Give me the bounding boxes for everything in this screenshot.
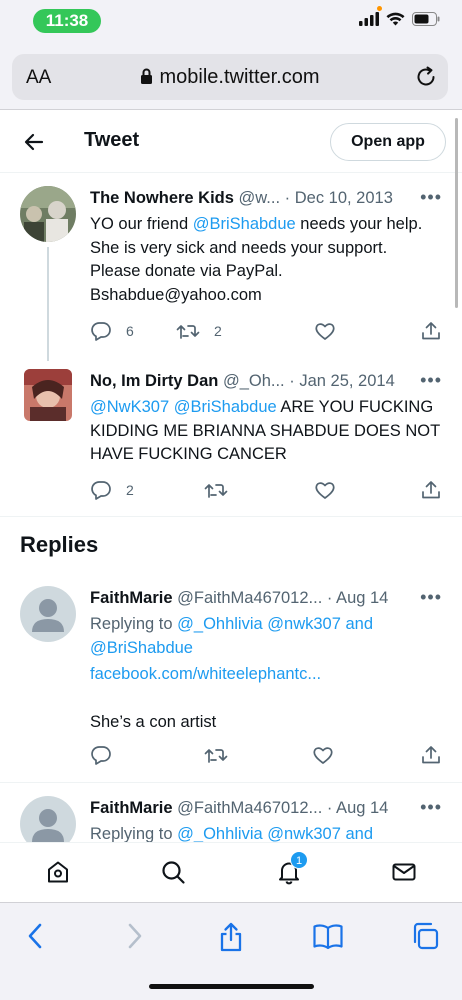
lock-icon <box>141 68 153 84</box>
bookmarks-icon[interactable] <box>312 921 344 951</box>
more-options-icon[interactable]: ••• <box>420 369 442 391</box>
like-button[interactable] <box>314 479 336 501</box>
more-options-icon[interactable]: ••• <box>420 186 442 208</box>
reload-icon[interactable] <box>414 65 438 89</box>
messages-icon[interactable] <box>391 859 417 885</box>
reply-icon <box>91 746 111 765</box>
author-name[interactable]: FaithMarie <box>90 589 173 607</box>
reply-count: 6 <box>126 323 134 339</box>
reply-button[interactable]: 6 <box>90 320 134 342</box>
mention-link[interactable]: @NwK307 <box>90 398 169 416</box>
heart-icon <box>315 323 335 340</box>
open-app-button[interactable]: Open app <box>330 123 446 161</box>
author-handle[interactable]: @FaithMa467012... <box>177 799 322 817</box>
home-icon[interactable] <box>45 859 71 885</box>
url-field[interactable]: mobile.twitter.com <box>12 66 448 89</box>
divider <box>0 782 462 783</box>
status-bar: 11:38 <box>0 0 462 44</box>
status-time: 11:38 <box>33 9 101 33</box>
browser-share-icon[interactable] <box>217 921 245 953</box>
tweet-date[interactable]: · Aug 14 <box>327 589 388 607</box>
share-icon <box>422 481 440 499</box>
signal-icon <box>359 12 379 26</box>
retweet-icon <box>204 484 228 498</box>
home-indicator <box>149 984 314 989</box>
share-button[interactable] <box>420 744 442 766</box>
battery-icon <box>412 12 440 26</box>
tweet-page-header: Tweet Open app <box>0 111 462 173</box>
divider <box>0 516 462 517</box>
page-title: Tweet <box>84 129 140 151</box>
share-button[interactable] <box>420 479 442 501</box>
url-text: mobile.twitter.com <box>159 66 320 88</box>
tweet-date[interactable]: · Aug 14 <box>327 799 388 817</box>
tabs-icon[interactable] <box>410 921 440 951</box>
search-icon[interactable] <box>160 859 186 885</box>
external-link[interactable]: facebook.com/whiteelephantc... <box>90 663 442 687</box>
reply-button[interactable]: 2 <box>90 479 134 501</box>
reply-icon <box>91 322 111 341</box>
reply-tweet[interactable]: FaithMarie @FaithMa467012... · Aug 14 ••… <box>0 796 462 842</box>
author-handle[interactable]: @FaithMa467012... <box>177 589 322 607</box>
twitter-tab-bar <box>0 842 462 902</box>
heart-icon <box>313 747 333 764</box>
notification-badge: 1 <box>290 851 308 869</box>
tweet-text: She’s a con artist <box>90 712 217 731</box>
tweet-actions: 6 2 <box>90 320 442 344</box>
reply-count: 2 <box>126 482 134 498</box>
reply-icon <box>91 481 111 500</box>
more-options-icon[interactable]: ••• <box>420 586 442 608</box>
more-options-icon[interactable]: ••• <box>420 796 442 818</box>
replying-to-users[interactable]: @_Ohhlivia @nwk307 and <box>177 825 373 842</box>
tweet-actions <box>90 744 442 768</box>
browser-back-icon[interactable] <box>24 921 48 951</box>
tweet-text: @NwK307 @BriShabdue ARE YOU FUCKING KIDD… <box>90 398 440 463</box>
like-button[interactable] <box>312 744 334 766</box>
retweet-button[interactable]: 2 <box>176 320 222 342</box>
tweet-actions: 2 <box>90 479 442 503</box>
author-handle[interactable]: @_Oh... <box>223 372 285 390</box>
retweet-icon <box>176 325 200 339</box>
back-arrow-icon[interactable] <box>22 130 46 154</box>
wifi-icon <box>386 12 405 26</box>
tweet-text: YO our friend @BriShabdue needs your hel… <box>90 215 423 304</box>
like-button[interactable] <box>314 320 336 342</box>
author-name[interactable]: No, Im Dirty Dan <box>90 372 218 390</box>
share-icon <box>422 322 440 340</box>
address-bar[interactable]: AA mobile.twitter.com <box>12 54 448 100</box>
scrollbar[interactable] <box>455 118 458 308</box>
avatar[interactable] <box>24 369 72 421</box>
replies-heading: Replies <box>20 532 99 557</box>
privacy-indicator <box>377 6 382 11</box>
tweet-date[interactable]: · Jan 25, 2014 <box>289 372 395 390</box>
share-button[interactable] <box>420 320 442 342</box>
default-avatar[interactable] <box>20 796 76 842</box>
share-icon <box>422 746 440 764</box>
avatar[interactable] <box>20 186 76 242</box>
retweet-button[interactable] <box>204 744 228 766</box>
replying-to: Replying to @_Ohhlivia @nwk307 and @BriS… <box>90 615 373 657</box>
author-handle[interactable]: @w... <box>239 189 281 207</box>
tweet-date[interactable]: · Dec 10, 2013 <box>285 189 393 207</box>
heart-icon <box>315 482 335 499</box>
mention-link[interactable]: @BriShabdue <box>193 215 296 233</box>
retweet-count: 2 <box>214 323 222 339</box>
retweet-button[interactable] <box>204 479 228 501</box>
author-name[interactable]: FaithMarie <box>90 799 173 817</box>
author-name[interactable]: The Nowhere Kids <box>90 189 234 207</box>
thread-connector <box>47 247 49 361</box>
retweet-icon <box>204 749 228 763</box>
default-avatar[interactable] <box>20 586 76 642</box>
browser-address-area: AA mobile.twitter.com <box>0 44 462 110</box>
reply-button[interactable] <box>90 744 112 766</box>
replying-to: Replying to @_Ohhlivia @nwk307 and <box>90 825 373 842</box>
browser-forward-icon[interactable] <box>122 921 146 951</box>
mention-link[interactable]: @BriShabdue <box>174 398 277 416</box>
